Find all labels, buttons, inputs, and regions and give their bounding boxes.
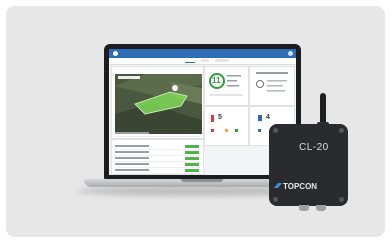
device-mount-tab bbox=[299, 205, 309, 211]
device-mount-tab bbox=[316, 205, 326, 211]
tasks-count: 4 bbox=[266, 114, 270, 121]
user-avatar-icon bbox=[288, 51, 293, 56]
details-card bbox=[249, 66, 295, 106]
list-item bbox=[114, 131, 200, 137]
screw bbox=[339, 197, 344, 202]
map-terrain-graphic bbox=[115, 74, 202, 134]
table-row bbox=[114, 168, 200, 174]
details-graphic bbox=[256, 72, 288, 92]
app-tab-bar bbox=[109, 58, 296, 65]
summary-ring-graphic bbox=[209, 73, 243, 96]
screw bbox=[273, 197, 278, 202]
tab-active-indicator bbox=[185, 59, 195, 63]
brand-logo-icon bbox=[274, 183, 282, 188]
tab-item bbox=[201, 59, 209, 62]
alerts-card: 5 bbox=[204, 106, 249, 146]
tab-item bbox=[215, 59, 229, 62]
alerts-graphic bbox=[211, 115, 238, 132]
jobs-table bbox=[114, 144, 200, 174]
laptop-screen: 11 5 4 bbox=[109, 49, 296, 175]
screw bbox=[273, 128, 278, 133]
alerts-count: 5 bbox=[218, 114, 222, 121]
menu-icon bbox=[113, 51, 118, 56]
satellite-map bbox=[115, 74, 202, 134]
map-card bbox=[111, 66, 204, 139]
laptop-notch bbox=[181, 179, 223, 182]
app-header-bar bbox=[109, 49, 296, 58]
screw bbox=[339, 128, 344, 133]
product-photo: 11 5 4 CL-20 TOPCON bbox=[0, 0, 391, 243]
device-brand-label: TOPCON bbox=[283, 182, 318, 191]
machines-summary-card: 11 bbox=[204, 66, 249, 106]
summary-count: 11 bbox=[212, 76, 221, 85]
device-model-label: CL-20 bbox=[299, 142, 329, 153]
telematics-device: CL-20 TOPCON bbox=[269, 124, 348, 206]
activity-list bbox=[114, 131, 200, 137]
jobs-table-card bbox=[111, 139, 204, 175]
